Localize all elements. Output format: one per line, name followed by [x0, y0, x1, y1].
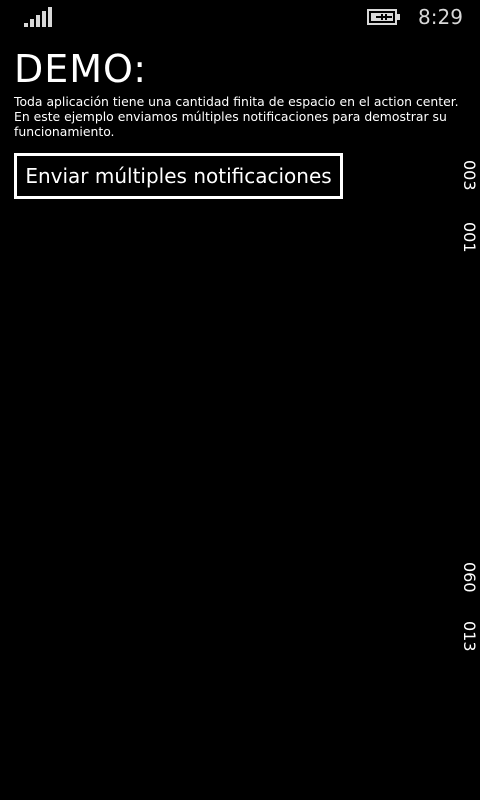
description-text: Toda aplicación tiene una cantidad finit…: [14, 94, 459, 139]
status-bar: 8:29: [0, 0, 480, 34]
battery-charging-icon: [367, 9, 400, 25]
signal-strength-icon: [24, 7, 52, 27]
debug-counter: 003: [460, 160, 479, 191]
send-notifications-button[interactable]: Enviar múltiples notificaciones: [14, 153, 343, 199]
debug-counter: 013: [460, 621, 479, 652]
page-title: DEMO:: [14, 47, 148, 91]
status-time: 8:29: [418, 5, 463, 29]
debug-counter: 001: [460, 222, 479, 253]
debug-counter: 060: [460, 562, 479, 593]
